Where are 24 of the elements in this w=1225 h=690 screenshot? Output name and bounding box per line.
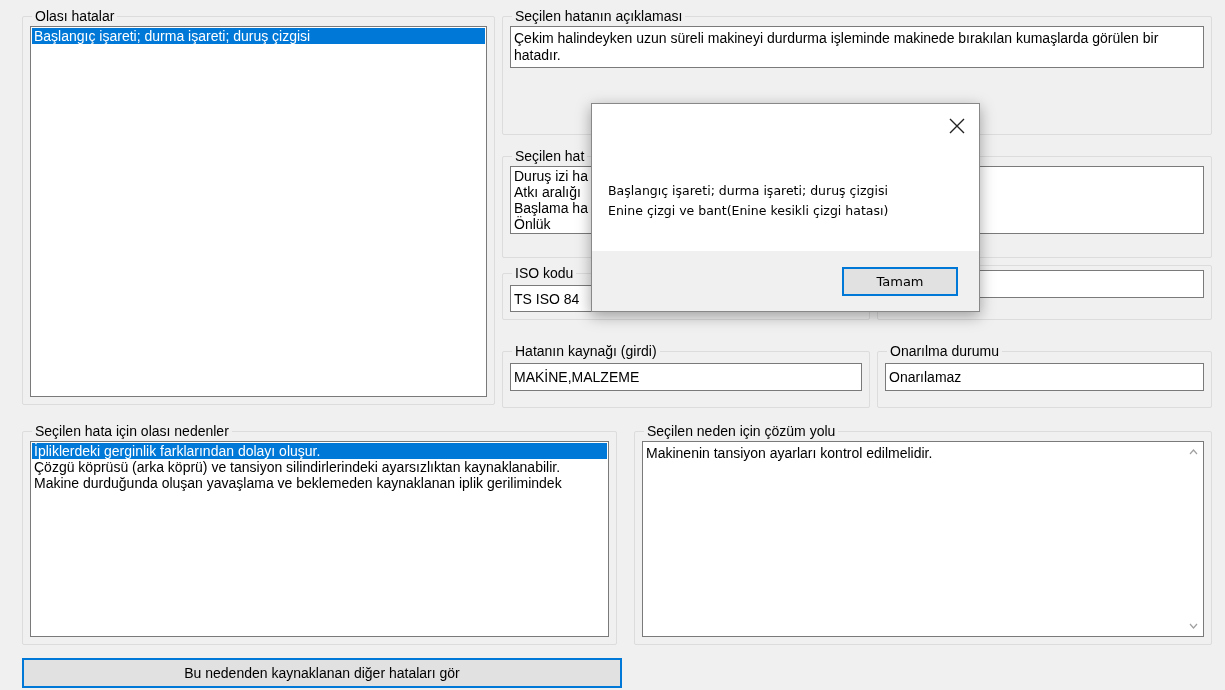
description-text[interactable]: Çekim halindeyken uzun süreli makineyi durdurma işleminde makinede bırakılan kumaşlarda görülen bir hatadır. [510, 26, 1204, 68]
group-title: Onarılma durumu [889, 343, 1000, 359]
text-field[interactable]: Onarılamaz [885, 363, 1204, 391]
list-item[interactable]: Çözgü köprüsü (arka köprü) ve tansiyon silindirlerindeki ayarsızlıktan kaynaklanabilir. [32, 459, 607, 475]
message-line: Başlangıç işareti; durma işareti; duruş çizgisi [608, 182, 889, 200]
other-errors-button[interactable]: Bu nedenden kaynaklanan diğer hataları gör [22, 658, 622, 688]
text-field[interactable]: MAKİNE,MALZEME [510, 363, 862, 391]
solution-line: Makinenin tansiyon ayarları kontrol edilmelidir. [646, 445, 933, 463]
group-title: Olası hatalar [34, 8, 116, 24]
message-line: Enine çizgi ve bant(Enine kesikli çizgi hatası) [608, 202, 890, 220]
group-title: Seçilen neden için çözüm yolu [646, 423, 837, 439]
list-item[interactable]: İpliklerdeki gerginlik farklarından dolayı oluşur. [32, 443, 607, 459]
scroll-up-icon [1189, 449, 1198, 455]
group-title: Seçilen hatanın açıklaması [514, 8, 684, 24]
group-title: Seçilen hata için olası nedenler [34, 423, 230, 439]
group-title: Hatanın kaynağı (girdi) [514, 343, 658, 359]
list-item[interactable]: Makine durduğunda oluşan yavaşlama ve beklemeden kaynaklanan iplik gerilimindek [32, 475, 607, 491]
group-title: Seçilen hat [514, 148, 586, 164]
close-icon [949, 118, 965, 134]
group-title: ISO kodu [514, 265, 575, 281]
scroll-down-icon [1189, 623, 1198, 629]
ok-button[interactable]: Tamam [842, 266, 958, 296]
list-item[interactable]: Başlangıç işareti; durma işareti; duruş çizgisi [32, 28, 485, 44]
solution-text[interactable]: Makinenin tansiyon ayarları kontrol edilmelidir. [642, 441, 1204, 637]
